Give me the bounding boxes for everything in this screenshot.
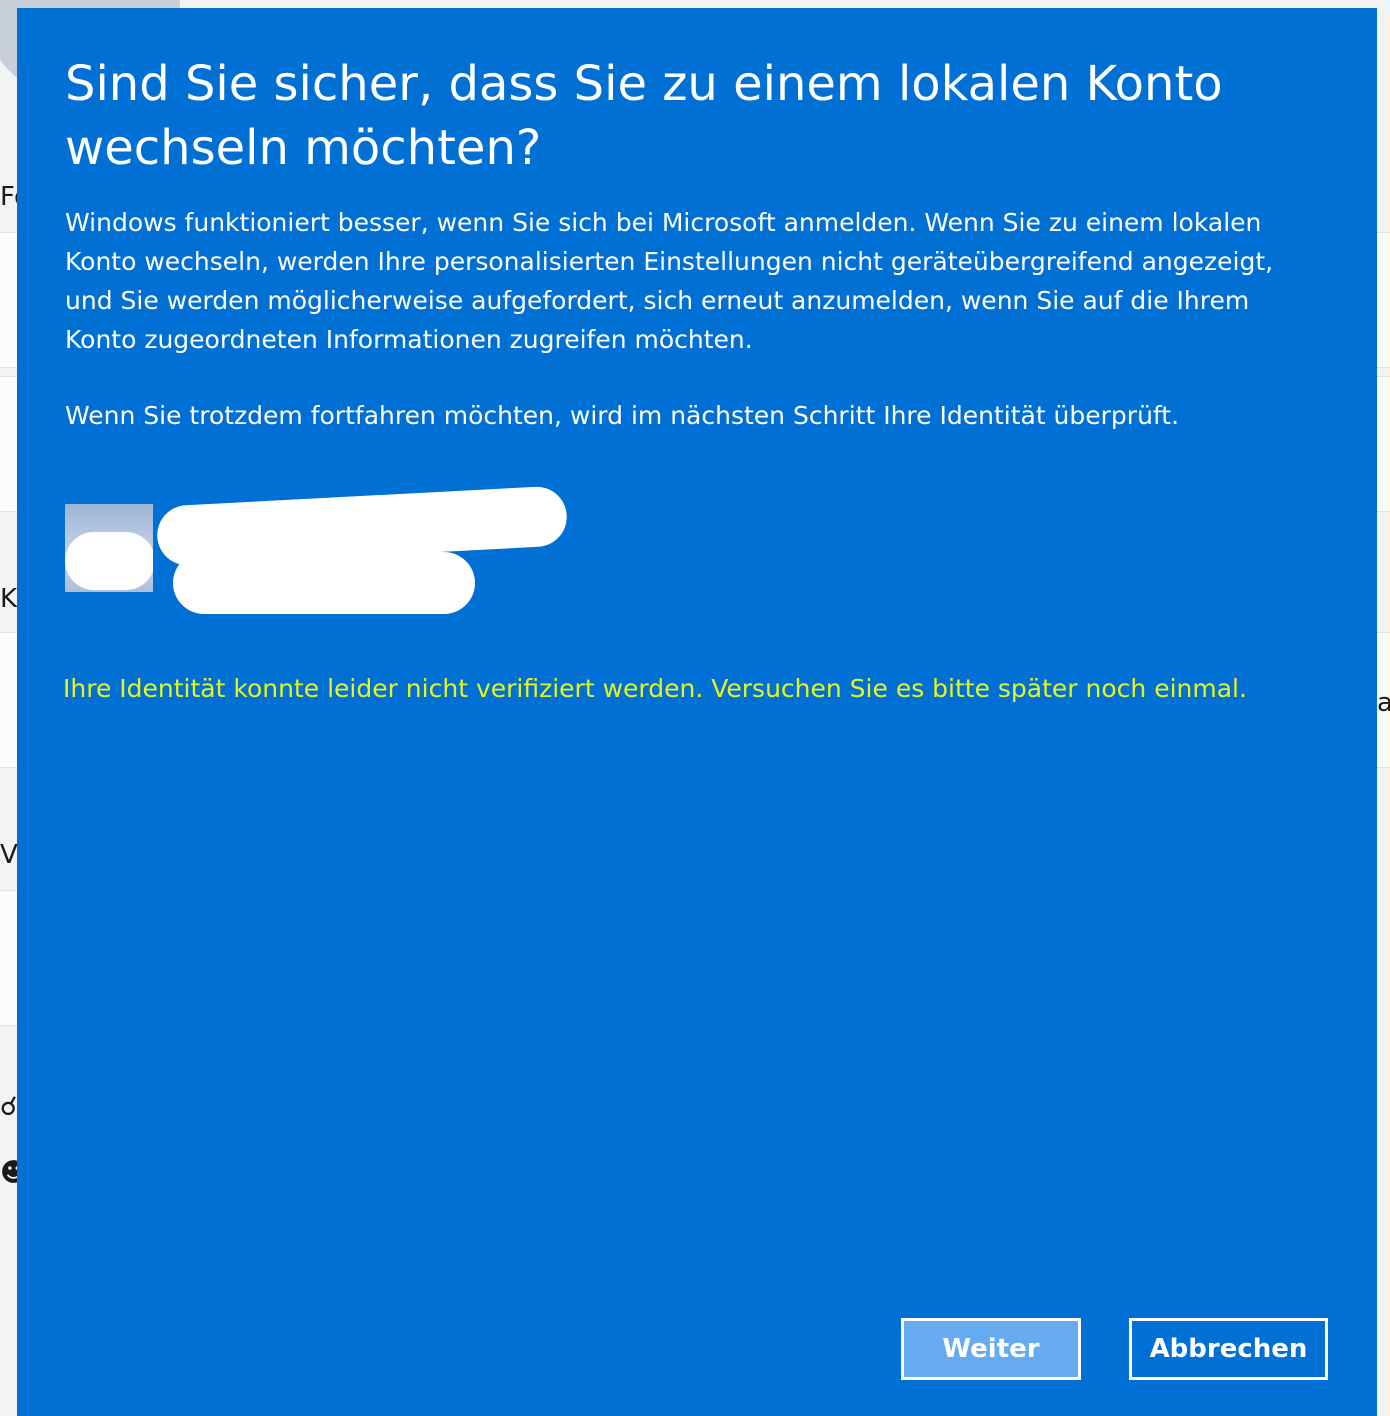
dialog-title: Sind Sie sicher, dass Sie zu einem lokal… — [65, 56, 1223, 176]
redacted-account-email — [173, 552, 475, 614]
account-info — [65, 485, 625, 626]
section-heading-partial: V — [0, 840, 18, 870]
account-picture — [65, 504, 153, 592]
card-text-partial: a — [1377, 688, 1390, 718]
verification-error-message: Ihre Identität konnte leider nicht verif… — [63, 674, 1247, 703]
redaction-mark — [65, 532, 153, 590]
section-heading-partial: K — [0, 584, 18, 614]
dialog-next-step-note: Wenn Sie trotzdem fortfahren möchten, wi… — [65, 401, 1180, 430]
cancel-button[interactable]: Abbrechen — [1129, 1318, 1328, 1380]
continue-button-label: Weiter — [942, 1334, 1040, 1364]
dialog-description: Windows funktioniert besser, wenn Sie si… — [65, 208, 1274, 354]
cancel-button-label: Abbrechen — [1149, 1334, 1308, 1364]
continue-button[interactable]: Weiter — [901, 1318, 1081, 1380]
help-icon[interactable]: ☌ — [0, 1094, 17, 1120]
switch-to-local-account-dialog: Sind Sie sicher, dass Sie zu einem lokal… — [17, 8, 1377, 1416]
